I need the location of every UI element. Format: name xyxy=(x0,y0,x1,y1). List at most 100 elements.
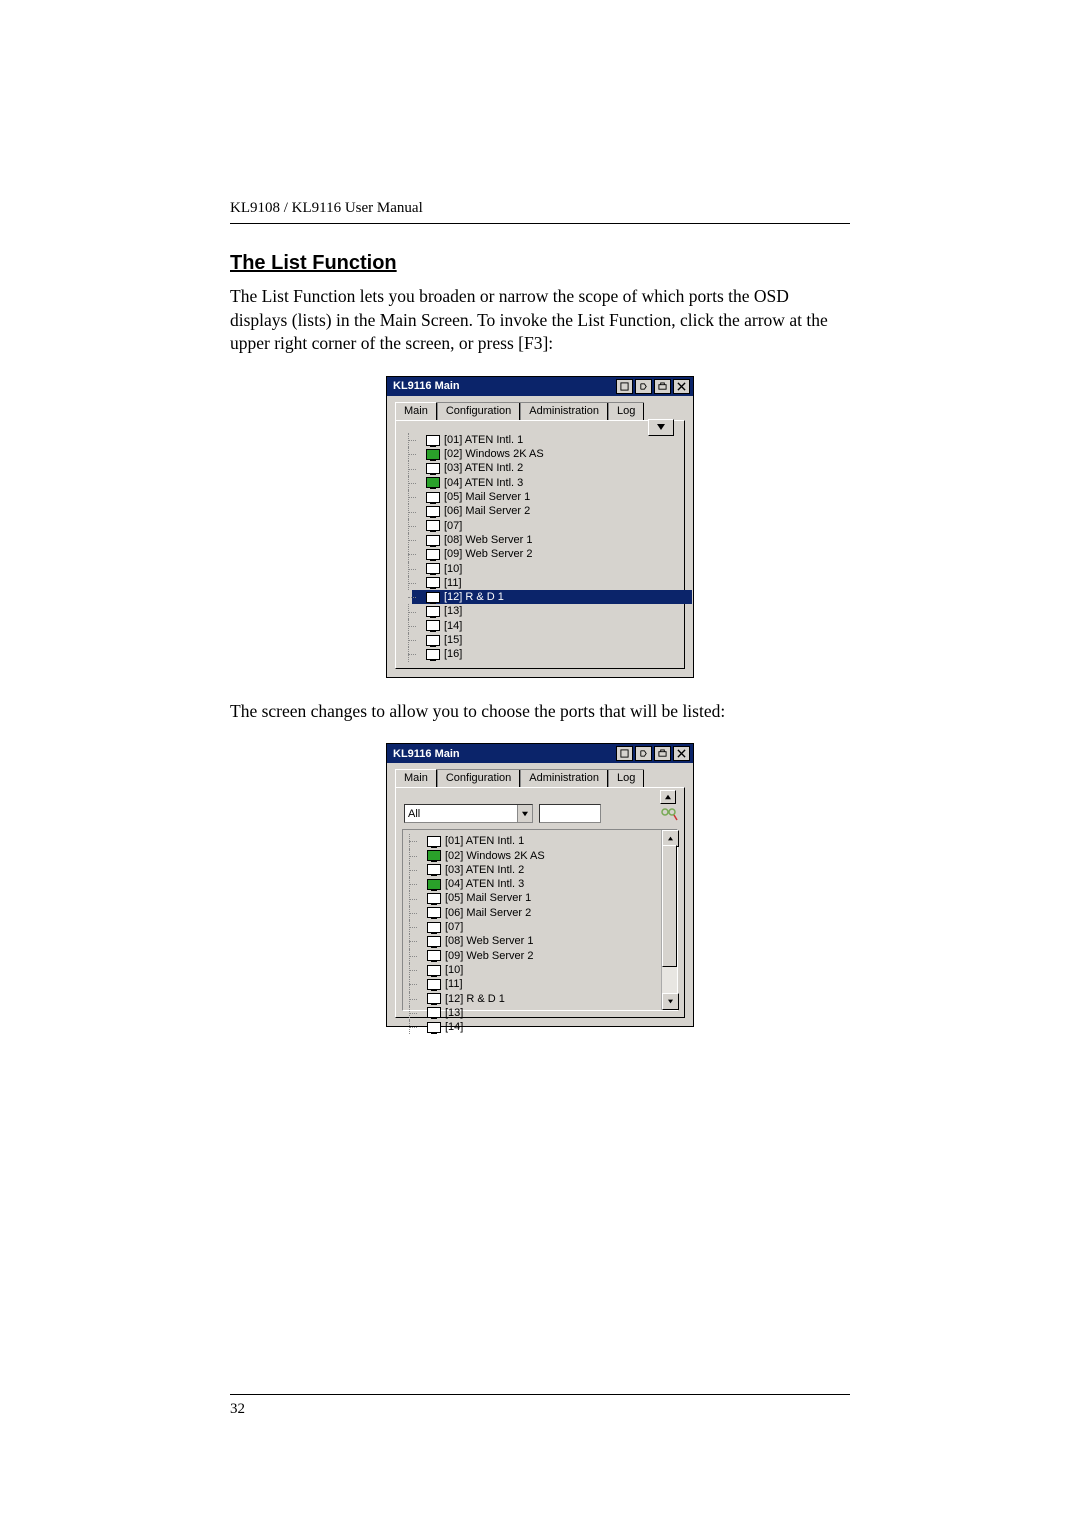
port-label: [03] ATEN Intl. 2 xyxy=(444,461,523,475)
tab-main[interactable]: Main xyxy=(395,769,437,787)
search-icon[interactable] xyxy=(660,804,678,822)
port-item[interactable]: [11] xyxy=(416,576,678,590)
titlebar-icon-2[interactable] xyxy=(635,379,652,394)
chevron-down-icon xyxy=(517,805,532,822)
port-item[interactable]: [10] xyxy=(417,963,661,977)
monitor-icon xyxy=(427,1007,441,1018)
close-icon[interactable] xyxy=(673,379,690,394)
monitor-icon xyxy=(427,850,441,861)
tab-administration[interactable]: Administration xyxy=(520,769,608,787)
monitor-icon xyxy=(427,864,441,875)
osd-window-2: KL9116 Main Main Configuration Administr… xyxy=(386,743,694,1027)
monitor-icon xyxy=(426,506,440,517)
port-item[interactable]: [06] Mail Server 2 xyxy=(416,504,678,518)
port-label: [13] xyxy=(444,604,462,618)
port-label: [08] Web Server 1 xyxy=(445,934,533,948)
port-item[interactable]: [09] Web Server 2 xyxy=(416,547,678,561)
port-item[interactable]: [01] ATEN Intl. 1 xyxy=(417,834,661,848)
filter-value: All xyxy=(408,808,420,820)
monitor-icon xyxy=(426,649,440,660)
titlebar-icon-1[interactable] xyxy=(616,746,633,761)
port-label: [14] xyxy=(444,619,462,633)
port-item[interactable]: [02] Windows 2K AS xyxy=(417,849,661,863)
port-label: [04] ATEN Intl. 3 xyxy=(444,476,523,490)
filter-text-input[interactable] xyxy=(539,804,601,823)
titlebar-icon-3[interactable] xyxy=(654,379,671,394)
monitor-icon xyxy=(427,922,441,933)
port-label: [05] Mail Server 1 xyxy=(444,490,530,504)
port-item[interactable]: [16] xyxy=(416,647,678,661)
titlebar-icon-1[interactable] xyxy=(616,379,633,394)
port-item[interactable]: [15] xyxy=(416,633,678,647)
tab-panel-2: All [01] ATEN Intl. 1[02] Windows 2K AS[… xyxy=(395,787,685,1018)
port-item[interactable]: [04] ATEN Intl. 3 xyxy=(416,476,678,490)
port-item[interactable]: [11] xyxy=(417,977,661,991)
filter-select[interactable]: All xyxy=(404,804,533,823)
port-label: [06] Mail Server 2 xyxy=(445,906,531,920)
port-item[interactable]: [03] ATEN Intl. 2 xyxy=(417,863,661,877)
port-label: [05] Mail Server 1 xyxy=(445,891,531,905)
port-item[interactable]: [05] Mail Server 1 xyxy=(416,490,678,504)
tab-bar: Main Configuration Administration Log xyxy=(387,396,693,420)
monitor-icon xyxy=(426,592,440,603)
port-item[interactable]: [10] xyxy=(416,562,678,576)
port-item[interactable]: [03] ATEN Intl. 2 xyxy=(416,461,678,475)
monitor-icon xyxy=(426,620,440,631)
page-number: 32 xyxy=(230,1394,850,1418)
scroll-down-button[interactable] xyxy=(662,993,679,1010)
port-label: [15] xyxy=(444,633,462,647)
port-item[interactable]: [08] Web Server 1 xyxy=(416,533,678,547)
titlebar: KL9116 Main xyxy=(387,377,693,396)
port-item[interactable]: [04] ATEN Intl. 3 xyxy=(417,877,661,891)
page-header: KL9108 / KL9116 User Manual xyxy=(230,200,850,224)
scroll-thumb[interactable] xyxy=(662,845,677,967)
port-item[interactable]: [02] Windows 2K AS xyxy=(416,447,678,461)
port-item[interactable]: [07] xyxy=(417,920,661,934)
tab-configuration[interactable]: Configuration xyxy=(437,402,520,420)
port-label: [10] xyxy=(444,562,462,576)
tab-main[interactable]: Main xyxy=(395,402,437,420)
port-item[interactable]: [12] R & D 1 xyxy=(412,590,692,604)
port-label: [07] xyxy=(445,920,463,934)
monitor-icon xyxy=(426,477,440,488)
monitor-icon xyxy=(427,965,441,976)
port-label: [12] R & D 1 xyxy=(444,590,504,604)
port-label: [13] xyxy=(445,1006,463,1020)
tab-bar: Main Configuration Administration Log xyxy=(387,763,693,787)
tab-administration[interactable]: Administration xyxy=(520,402,608,420)
tab-log[interactable]: Log xyxy=(608,402,644,420)
tab-configuration[interactable]: Configuration xyxy=(437,769,520,787)
tab-log[interactable]: Log xyxy=(608,769,644,787)
port-item[interactable]: [07] xyxy=(416,519,678,533)
port-label: [06] Mail Server 2 xyxy=(444,504,530,518)
port-label: [02] Windows 2K AS xyxy=(445,849,545,863)
collapse-arrow[interactable] xyxy=(660,790,676,804)
monitor-icon xyxy=(427,893,441,904)
port-item[interactable]: [01] ATEN Intl. 1 xyxy=(416,433,678,447)
monitor-icon xyxy=(427,950,441,961)
section-title: The List Function xyxy=(230,252,850,275)
port-item[interactable]: [13] xyxy=(417,1006,661,1020)
monitor-icon xyxy=(427,836,441,847)
monitor-icon xyxy=(427,993,441,1004)
monitor-icon xyxy=(426,563,440,574)
port-item[interactable]: [14] xyxy=(417,1020,661,1034)
monitor-icon xyxy=(426,606,440,617)
port-label: [02] Windows 2K AS xyxy=(444,447,544,461)
monitor-icon xyxy=(427,979,441,990)
port-item[interactable]: [06] Mail Server 2 xyxy=(417,906,661,920)
close-icon[interactable] xyxy=(673,746,690,761)
titlebar-icon-2[interactable] xyxy=(635,746,652,761)
port-item[interactable]: [13] xyxy=(416,604,678,618)
port-item[interactable]: [09] Web Server 2 xyxy=(417,949,661,963)
scrollbar[interactable] xyxy=(661,830,677,1010)
titlebar-icon-3[interactable] xyxy=(654,746,671,761)
port-label: [10] xyxy=(445,963,463,977)
port-item[interactable]: [05] Mail Server 1 xyxy=(417,891,661,905)
osd-window-1: KL9116 Main Main Configuration Administr… xyxy=(386,376,694,678)
port-label: [03] ATEN Intl. 2 xyxy=(445,863,524,877)
port-item[interactable]: [12] R & D 1 xyxy=(417,992,661,1006)
port-item[interactable]: [14] xyxy=(416,619,678,633)
port-label: [07] xyxy=(444,519,462,533)
port-item[interactable]: [08] Web Server 1 xyxy=(417,934,661,948)
